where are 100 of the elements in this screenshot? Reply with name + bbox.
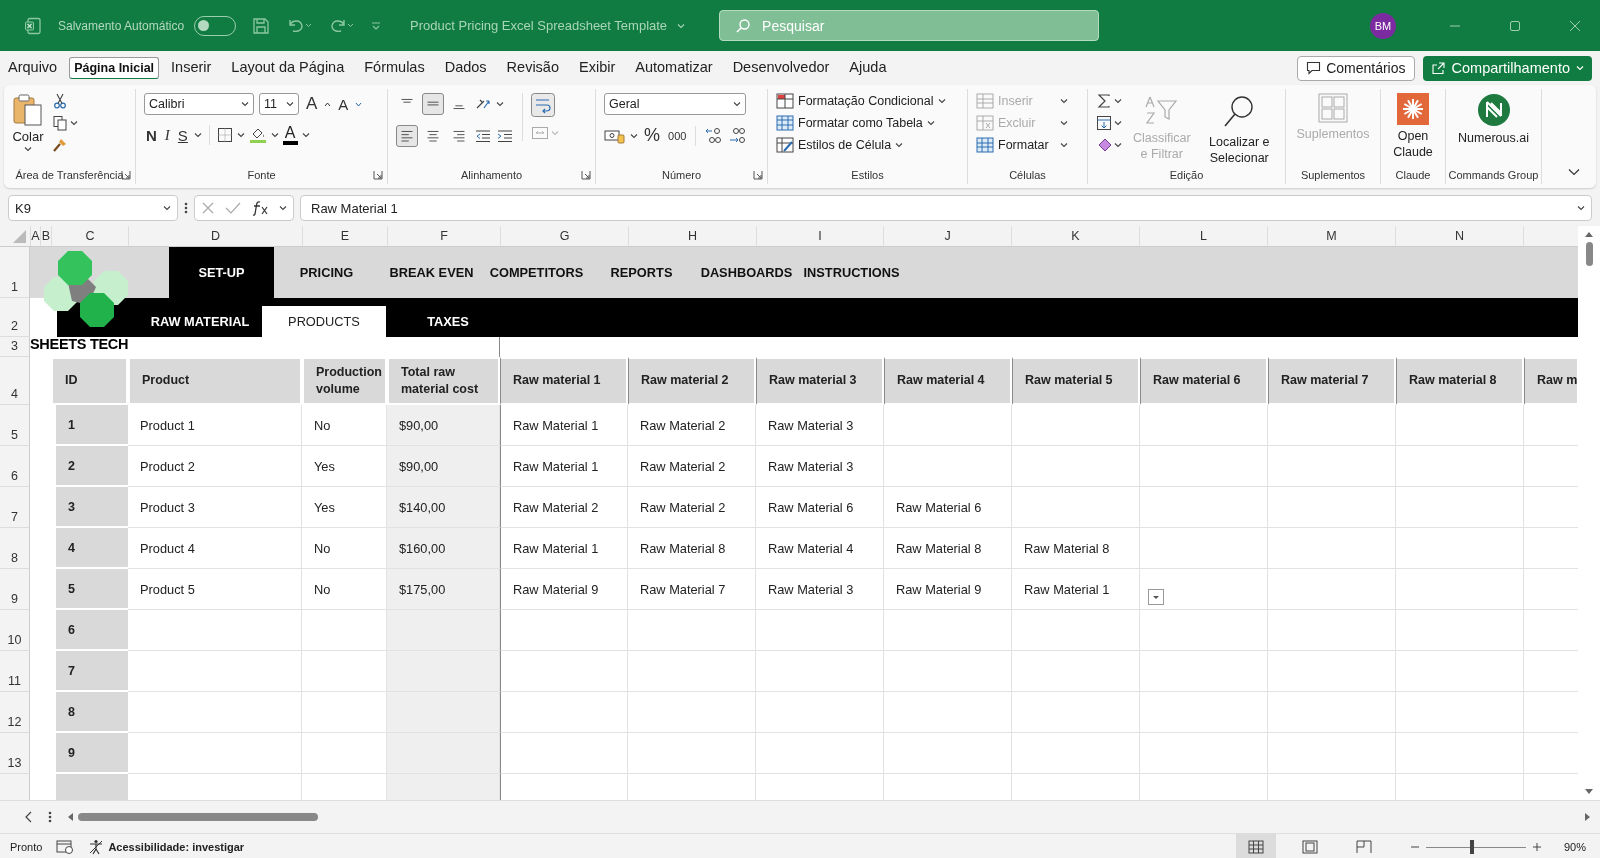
menu-tab[interactable]: Exibir <box>571 53 624 83</box>
delete-cells-icon[interactable] <box>976 115 994 131</box>
format-as-table-button[interactable]: Formatar como Tabela <box>798 116 923 130</box>
format-button[interactable]: Formatar <box>998 138 1056 152</box>
open-claude-button[interactable]: Open Claude <box>1389 129 1437 161</box>
menu-tab[interactable]: Inserir <box>163 53 220 83</box>
column-header[interactable]: C <box>51 226 128 246</box>
copy-icon[interactable] <box>52 115 68 131</box>
insert-cells-icon[interactable] <box>976 93 994 109</box>
shrink-font-button[interactable]: A <box>336 95 351 113</box>
nav-tab[interactable]: REPORTS <box>589 247 694 298</box>
column-header[interactable]: G <box>500 226 628 246</box>
font-family-field[interactable]: Calibri <box>144 93 254 115</box>
conditional-formatting-button[interactable]: Formatação Condicional <box>798 94 934 108</box>
menu-tab[interactable]: Layout da Página <box>223 53 353 83</box>
decrease-decimal-icon[interactable] <box>727 126 748 145</box>
paste-button[interactable]: Colar <box>12 93 44 152</box>
user-avatar[interactable]: BM <box>1370 12 1396 39</box>
formula-field[interactable]: Raw Material 1 <box>300 195 1592 221</box>
menu-tab[interactable]: Ajuda <box>841 53 895 83</box>
font-size-field[interactable]: 11 <box>259 93 299 115</box>
grow-font-button[interactable]: A <box>304 94 320 114</box>
dialog-launcher-icon[interactable] <box>581 170 591 180</box>
row-header[interactable]: 12 <box>0 692 30 733</box>
macro-record-icon[interactable] <box>56 840 75 854</box>
column-header[interactable]: M <box>1267 226 1395 246</box>
check-icon[interactable] <box>225 201 241 215</box>
more-icon[interactable] <box>48 810 52 824</box>
dialog-launcher-icon[interactable] <box>753 170 763 180</box>
comments-button[interactable]: Comentários <box>1297 55 1415 81</box>
row-header[interactable]: 3 <box>0 337 30 357</box>
scroll-down-icon[interactable] <box>1584 788 1594 796</box>
numerous-ai-button[interactable]: Numerous.ai <box>1458 131 1529 147</box>
sum-icon[interactable] <box>1096 93 1112 109</box>
starburst-icon[interactable] <box>1397 93 1429 125</box>
zoom-level[interactable]: 90% <box>1556 841 1586 853</box>
customize-icon[interactable] <box>370 19 383 32</box>
paint-bucket-icon[interactable] <box>248 126 267 144</box>
dialog-launcher-icon[interactable] <box>373 170 383 180</box>
font-color-button[interactable]: A <box>282 125 298 145</box>
column-header[interactable]: I <box>756 226 883 246</box>
close-icon[interactable] <box>1569 19 1581 32</box>
row-header[interactable]: 6 <box>0 446 30 487</box>
menu-tab[interactable]: Desenvolvedor <box>724 53 838 83</box>
borders-icon[interactable] <box>216 127 233 143</box>
decrease-indent-icon[interactable] <box>474 128 492 144</box>
sub-nav-tab[interactable]: RAW MATERIAL <box>138 306 262 337</box>
menu-tab[interactable]: Revisão <box>498 53 567 83</box>
function-icon[interactable] <box>251 200 269 216</box>
number-format-field[interactable]: Geral <box>604 93 746 115</box>
menu-tab[interactable]: Fórmulas <box>356 53 433 83</box>
row-header[interactable]: 2 <box>0 298 30 337</box>
row-header[interactable]: 13 <box>0 733 30 774</box>
striped-circle-icon[interactable] <box>1476 93 1511 127</box>
sub-nav-tab[interactable]: TAXES <box>386 306 510 337</box>
sub-nav-tab[interactable]: PRODUCTS <box>262 306 386 337</box>
scrollbar-thumb[interactable] <box>1585 242 1593 266</box>
increase-decimal-icon[interactable] <box>703 126 724 145</box>
row-header[interactable]: 11 <box>0 651 30 692</box>
eraser-icon[interactable] <box>1096 137 1112 153</box>
previous-sheet-icon[interactable] <box>24 811 34 823</box>
column-header[interactable]: B <box>40 226 51 246</box>
save-icon[interactable] <box>252 16 271 35</box>
column-header[interactable]: J <box>883 226 1011 246</box>
row-header[interactable]: 5 <box>0 405 30 446</box>
find-select-button[interactable]: Localizar e Selecionar <box>1201 135 1277 167</box>
format-cells-icon[interactable] <box>976 137 994 153</box>
styled-cell-icon[interactable] <box>776 137 794 153</box>
italic-button[interactable]: I <box>162 126 172 144</box>
row-header[interactable]: 8 <box>0 528 30 569</box>
thousands-button[interactable]: 000 <box>666 129 689 142</box>
nav-tab[interactable]: PRICING <box>274 247 379 298</box>
collapse-ribbon-icon[interactable] <box>1568 168 1580 176</box>
scroll-left-icon[interactable] <box>66 812 74 822</box>
cell-styles-button[interactable]: Estilos de Célula <box>798 138 892 152</box>
column-header[interactable]: E <box>302 226 387 246</box>
accessibility-icon[interactable] <box>88 839 105 855</box>
column-header[interactable]: D <box>128 226 302 246</box>
percent-button[interactable]: % <box>642 125 662 146</box>
brush-icon[interactable] <box>52 137 68 153</box>
fill-down-icon[interactable] <box>1096 115 1112 131</box>
zoom-in-icon[interactable] <box>1532 842 1542 852</box>
row-header[interactable]: 7 <box>0 487 30 528</box>
nav-tab[interactable]: DASHBOARDS <box>694 247 799 298</box>
accessibility-status[interactable]: Acessibilidade: investigar <box>108 841 245 853</box>
column-header[interactable]: N <box>1395 226 1523 246</box>
align-middle-icon[interactable] <box>422 93 444 115</box>
row-header[interactable]: 4 <box>0 357 30 405</box>
underline-button[interactable]: S <box>175 126 190 144</box>
nav-tab[interactable]: INSTRUCTIONS <box>799 247 904 298</box>
scroll-right-icon[interactable] <box>1584 812 1592 822</box>
table-icon[interactable] <box>776 115 794 131</box>
share-button[interactable]: Compartilhamento <box>1422 55 1592 81</box>
wrap-text-icon[interactable] <box>531 93 555 117</box>
column-header[interactable]: K <box>1011 226 1139 246</box>
column-header[interactable]: L <box>1139 226 1267 246</box>
maximize-icon[interactable] <box>1509 19 1521 32</box>
menu-tab[interactable]: Dados <box>436 53 495 83</box>
more-icon[interactable] <box>184 201 188 215</box>
nav-tab[interactable]: COMPETITORS <box>484 247 589 298</box>
